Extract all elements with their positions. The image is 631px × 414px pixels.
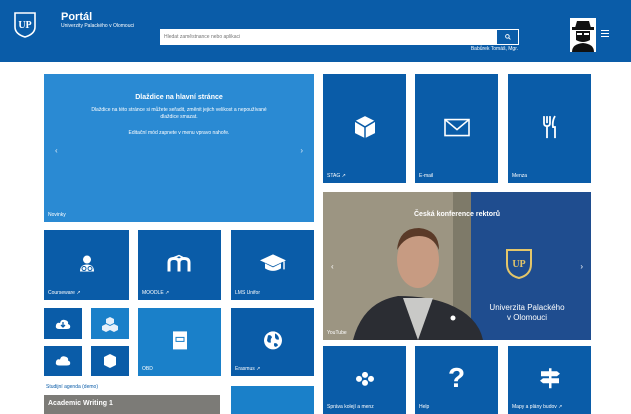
cube-icon [354,115,375,138]
svg-text:UP: UP [18,20,31,31]
question-icon: ? [447,361,466,393]
tile-label: Help [419,404,430,410]
cubes-icon [102,316,118,332]
tile-menza[interactable]: Menza [508,74,591,183]
video-label: YouTube [327,330,347,336]
tile-cubes[interactable] [91,308,129,339]
brand[interactable]: Portál Univerzity Palackého v Olomouci [61,11,134,30]
mail-icon [443,118,470,136]
tile-label: Mapy a plány budov ↗ [512,404,563,410]
dots-icon [355,371,374,386]
svg-text:UP: UP [512,259,525,270]
search-button[interactable] [496,29,519,45]
tile-label: STAG ↗ [327,173,346,179]
agenda-card[interactable]: Academic Writing 1 [44,395,220,414]
video-banner-line2: v Olomouci [507,313,547,322]
menu-icon[interactable] [601,30,609,37]
tile-label: Erasmus ↗ [235,366,261,372]
tile-help[interactable]: ? Help [415,346,498,414]
tile-sprava-koleji[interactable]: Správa kolejí a menz [323,346,406,414]
agenda-label: Studijní agenda (demo) [46,384,98,390]
carousel-next-icon[interactable]: › [300,146,303,155]
carousel-novinky[interactable]: Dlaždice na hlavní stránce Dlaždice na t… [44,74,314,276]
tile-label: E-mail [419,173,434,179]
user-name[interactable]: Babůrek Tomáš, Mgr. [430,46,518,52]
carousel-text: Dlaždice na této stránce si můžete seřad… [91,107,267,120]
university-logo[interactable]: UP [14,12,36,38]
tile-label: MOODLE ↗ [142,290,170,296]
top-header: UP Portál Univerzity Palackého v Olomouc… [0,0,631,62]
cutlery-icon [542,115,556,138]
tile-label: OBD [142,366,153,372]
tile-label: Courseware ↗ [48,290,81,296]
video-tile[interactable]: UP Univerzita Palackého v Olomouci Česká… [323,192,591,340]
box-icon [104,354,116,368]
moodle-icon [167,254,190,272]
tile-cloud[interactable] [44,346,82,376]
video-title: Česká konference rektorů [414,211,500,218]
brand-subtitle: Univerzity Palackého v Olomouci [61,23,135,29]
graduation-cap-icon [259,254,286,271]
tile-label: Správa kolejí a menz [327,404,374,410]
carousel-label: Novinky [48,212,66,218]
tile-mapy[interactable]: Mapy a plány budov ↗ [508,346,591,414]
signpost-icon [539,368,560,389]
brand-title: Portál [61,11,93,23]
carousel-prev-icon[interactable]: ‹ [55,146,58,155]
video-prev-icon[interactable]: ‹ [331,262,334,271]
tile-label: LMS Unifor [235,290,261,296]
tile-erasmus[interactable]: Erasmus ↗ [231,308,314,376]
tile-stag[interactable]: STAG ↗ [323,74,406,183]
carousel-text-edit: Editační mód zapnete v menu vpravo nahoř… [128,130,230,136]
cloud-download-icon [55,319,71,329]
tile-obd[interactable]: OBD [138,308,221,376]
tile-label: Menza [512,173,528,179]
tile-folder[interactable] [231,386,314,414]
globe-icon [263,331,282,350]
cloud-icon [55,356,71,366]
tile-lms-unifor[interactable]: LMS Unifor [231,230,314,300]
avatar[interactable] [570,18,596,52]
courseware-icon [79,255,94,272]
search-icon [504,34,511,40]
search-input[interactable] [160,29,496,45]
tile-download[interactable] [44,308,82,339]
book-icon [172,331,187,350]
carousel-title: Dlaždice na hlavní stránce [135,94,223,101]
tile-moodle[interactable]: MOODLE ↗ [138,230,221,300]
tile-email[interactable]: E-mail [415,74,498,183]
video-next-icon[interactable]: › [580,262,583,271]
tile-box[interactable] [91,346,129,376]
carousel-dot-active[interactable] [221,271,226,276]
tile-courseware[interactable]: Courseware ↗ [44,230,129,300]
agenda-course-title: Academic Writing 1 [48,400,113,407]
video-banner-line1: Univerzita Palackého [489,303,565,312]
